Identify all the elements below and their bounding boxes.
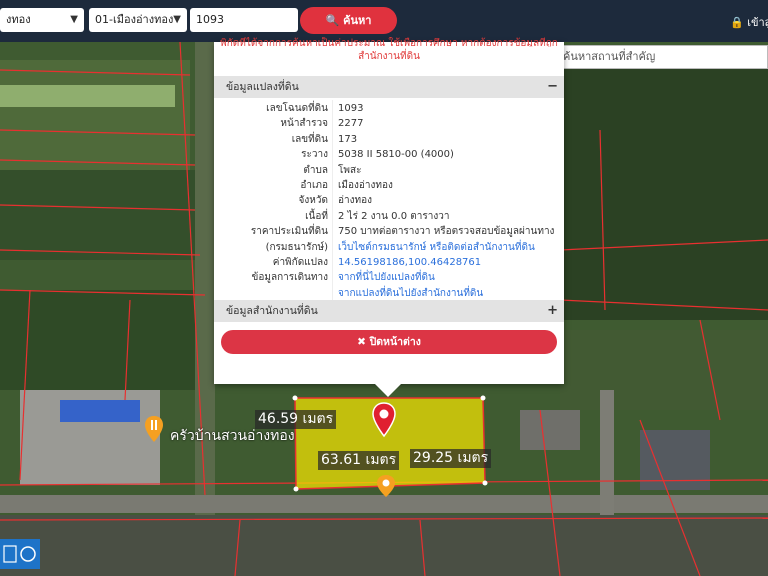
search-icon: 🔍 (325, 14, 340, 27)
info-row-value: 1093 (338, 103, 364, 114)
collapse-icon[interactable]: − (547, 76, 558, 98)
popup-pointer (374, 383, 402, 397)
info-row-label: ระวาง (301, 149, 328, 161)
parcel-info-popup: พิกัดที่ได้จากการค้นหาเป็นค่าประมาณ ใช้เ… (214, 38, 564, 384)
info-row-label: เนื้อที่ (305, 210, 328, 222)
top-bar: งทอง ▼ 01-เมืองอ่างทอง ▼ 1093 🔍 ค้นหา 🔒 … (0, 0, 768, 42)
search-button[interactable]: 🔍 ค้นหา (300, 7, 397, 34)
district-select-value: 01-เมืองอ่างทอง (95, 13, 174, 26)
section-title: ข้อมูลสำนักงานที่ดิน (226, 305, 318, 317)
province-select[interactable]: งทอง ▼ (0, 8, 84, 32)
expand-icon[interactable]: + (547, 300, 558, 322)
notice-line1: พิกัดที่ได้จากการค้นหาเป็นค่าประมาณ ใช้เ… (220, 38, 558, 47)
poi-marker-icon[interactable] (376, 474, 396, 498)
parcel-number-input[interactable]: 1093 (190, 8, 298, 32)
info-row-label: ราคาประเมินที่ดิน (250, 226, 328, 238)
info-row-value: อ่างทอง (338, 195, 372, 207)
info-row-label: ตำบล (303, 164, 328, 176)
district-select[interactable]: 01-เมืองอ่างทอง ▼ (89, 8, 187, 32)
info-row-value: 173 (338, 133, 358, 145)
info-row-label: อำเภอ (300, 180, 328, 191)
info-row-label: เลขโฉนดที่ดิน (266, 103, 328, 114)
info-row: ราคาประเมินที่ดิน 750 บาทต่อตารางวา หรือต… (214, 224, 564, 239)
notice-line2: สำนักงานที่ดิน (358, 51, 420, 62)
info-row: เนื้อที่ 2 ไร่ 2 งาน 0.0 ตารางวา (214, 209, 564, 224)
info-row: จากแปลงที่ดินไปยังสำนักงานที่ดิน (214, 286, 564, 301)
chevron-down-icon: ▼ (173, 14, 181, 25)
info-row-value: เมืองอ่างทอง (338, 180, 393, 191)
info-row: (กรมธนารักษ์) เว็บไซต์กรมธนารักษ์ หรือติด… (214, 240, 564, 255)
login-link[interactable]: 🔒 เข้าสู่ (730, 13, 768, 31)
info-row: หน้าสำรวจ 2277 (214, 116, 564, 131)
info-row-label: หน้าสำรวจ (280, 118, 328, 130)
notice-text: พิกัดที่ได้จากการค้นหาเป็นค่าประมาณ ใช้เ… (214, 38, 564, 72)
info-row: เลขที่ดิน 173 (214, 132, 564, 147)
info-row-value: 5038 II 5810-00 (4000) (338, 149, 454, 161)
info-row-link[interactable]: จากที่นี่ไปยังแปลงที่ดิน (338, 270, 435, 285)
measurement-bottom: 63.61 เมตร (318, 451, 400, 470)
office-info-section-header[interactable]: ข้อมูลสำนักงานที่ดิน + (214, 300, 564, 322)
section-title: ข้อมูลแปลงที่ดิน (226, 81, 299, 93)
info-row: จังหวัด อ่างทอง (214, 193, 564, 208)
close-window-button[interactable]: ✖ ปิดหน้าต่าง (221, 330, 557, 354)
info-row-link[interactable]: จากแปลงที่ดินไปยังสำนักงานที่ดิน (338, 286, 483, 301)
measurement-right: 29.25 เมตร (410, 449, 492, 468)
province-select-value: งทอง (6, 13, 31, 26)
map-tool-icon[interactable] (2, 543, 18, 565)
info-row: ระวาง 5038 II 5810-00 (4000) (214, 147, 564, 162)
info-row-value: 2277 (338, 118, 364, 130)
lock-icon: 🔒 (730, 16, 744, 29)
info-row-label: ข้อมูลการเดินทาง (251, 272, 328, 284)
login-label: เข้าสู่ (747, 16, 768, 29)
restaurant-icon[interactable] (144, 415, 164, 443)
info-row: อำเภอ เมืองอ่างทอง (214, 178, 564, 193)
place-search-input[interactable]: ค้นหาสถานที่สำคัญ (560, 45, 768, 69)
search-button-label: ค้นหา (343, 14, 372, 27)
info-row-label: ค่าพิกัดแปลง (272, 257, 328, 268)
info-row-label: เลขที่ดิน (291, 133, 328, 145)
info-row: ค่าพิกัดแปลง 14.56198186,100.46428761 (214, 255, 564, 270)
info-row-link[interactable]: 14.56198186,100.46428761 (338, 255, 481, 270)
info-row: เลขโฉนดที่ดิน 1093 (214, 101, 564, 116)
location-pin-icon[interactable] (371, 402, 397, 438)
info-row-value: 2 ไร่ 2 งาน 0.0 ตารางวา (338, 210, 450, 222)
measurement-top: 46.59 เมตร (255, 410, 337, 429)
info-row: ข้อมูลการเดินทาง จากที่นี่ไปยังแปลงที่ดิน (214, 270, 564, 285)
info-row-link[interactable]: เว็บไซต์กรมธนารักษ์ หรือติดต่อสำนักงานที… (338, 240, 535, 255)
info-row-label: จังหวัด (298, 195, 328, 207)
info-row-value: โพสะ (338, 164, 362, 176)
info-row-label: (กรมธนารักษ์) (265, 241, 328, 253)
parcel-info-section-header[interactable]: ข้อมูลแปลงที่ดิน − (214, 76, 564, 98)
map-tools (0, 539, 40, 569)
info-row: ตำบล โพสะ (214, 163, 564, 178)
chevron-down-icon: ▼ (70, 14, 78, 25)
map-circle-tool-icon[interactable] (18, 544, 38, 564)
info-row-value: 750 บาทต่อตารางวา หรือตรวจสอบข้อมูลผ่านท… (338, 226, 555, 238)
